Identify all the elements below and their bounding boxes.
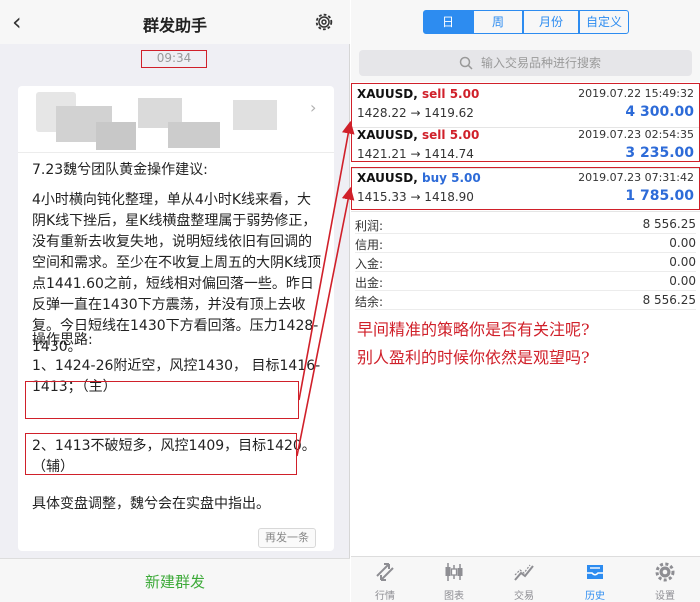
divider (18, 152, 334, 153)
summary-row: 出金: 0.00 (355, 274, 696, 291)
new-broadcast-button[interactable]: 新建群发 (0, 571, 350, 592)
page-title: 群发助手 (142, 16, 207, 35)
segment-month[interactable]: 月份 (523, 10, 579, 34)
highlight-box-sells (351, 83, 700, 162)
nav-bar: ‹ 群发助手 (0, 0, 350, 44)
tab-bar: 行情 图表 交易 历史 设置 (351, 556, 700, 602)
promo-line: 早间精准的策略你是否有关注呢? (357, 320, 590, 339)
search-icon (459, 56, 473, 70)
blurred-recipient (96, 122, 136, 150)
segment-week[interactable]: 周 (473, 10, 523, 34)
highlight-box-plan1 (25, 381, 299, 419)
footer-note: 具体变盘调整，魏兮会在实盘中指出。 (32, 496, 270, 512)
promo-line: 别人盈利的时候你依然是观望吗? (357, 348, 590, 367)
message-card: › 7.23魏兮团队黄金操作建议: 4小时横向钝化整理，单从4小时K线来看，大阴… (18, 86, 334, 551)
history-inbox-icon (587, 565, 603, 579)
search-input[interactable]: 输入交易品种进行搜索 (359, 50, 692, 76)
resend-button[interactable]: 再发一条 (258, 528, 316, 548)
summary-row: 信用: 0.00 (355, 236, 696, 253)
bottom-bar: 新建群发 (0, 558, 350, 602)
broadcast-panel: ‹ 群发助手 09:34 › 7.23魏兮团队黄金操作建议: 4小时横向钝化整理… (0, 0, 350, 602)
screenshot-root: ‹ 群发助手 09:34 › 7.23魏兮团队黄金操作建议: 4小时横向钝化整理… (0, 0, 700, 602)
tab-trade[interactable]: 交易 (494, 557, 554, 602)
message-heading: 7.23魏兮团队黄金操作建议: (32, 162, 208, 178)
highlight-box-buy (351, 167, 700, 210)
tab-chart[interactable]: 图表 (424, 557, 484, 602)
history-header: 日 周 月份 自定义 输入交易品种进行搜索 (351, 0, 700, 82)
ideas-title: 操作思路: (32, 332, 93, 348)
tab-history[interactable]: 历史 (565, 557, 625, 602)
summary-row: 结余: 8 556.25 (355, 293, 696, 310)
trade-chart-icon (514, 564, 534, 581)
summary-row: 入金: 0.00 (355, 255, 696, 272)
gear-icon (655, 562, 675, 582)
blurred-recipient (233, 100, 277, 130)
blurred-recipient (168, 122, 220, 148)
gear-icon[interactable] (313, 11, 335, 33)
segment-day[interactable]: 日 (423, 10, 473, 34)
quotes-arrows-icon (376, 563, 394, 581)
trade-history-panel: 日 周 月份 自定义 输入交易品种进行搜索 XAUUSD, sell 5.00 … (351, 0, 700, 602)
summary-row: 利润: 8 556.25 (355, 217, 696, 234)
highlight-box-plan2 (25, 433, 297, 475)
chevron-right-icon[interactable]: › (310, 98, 316, 117)
segment-custom[interactable]: 自定义 (579, 10, 629, 34)
message-timestamp: 09:34 (141, 50, 207, 68)
tab-quotes[interactable]: 行情 (355, 557, 415, 602)
candlestick-chart-icon (445, 563, 463, 581)
tab-settings[interactable]: 设置 (635, 557, 695, 602)
